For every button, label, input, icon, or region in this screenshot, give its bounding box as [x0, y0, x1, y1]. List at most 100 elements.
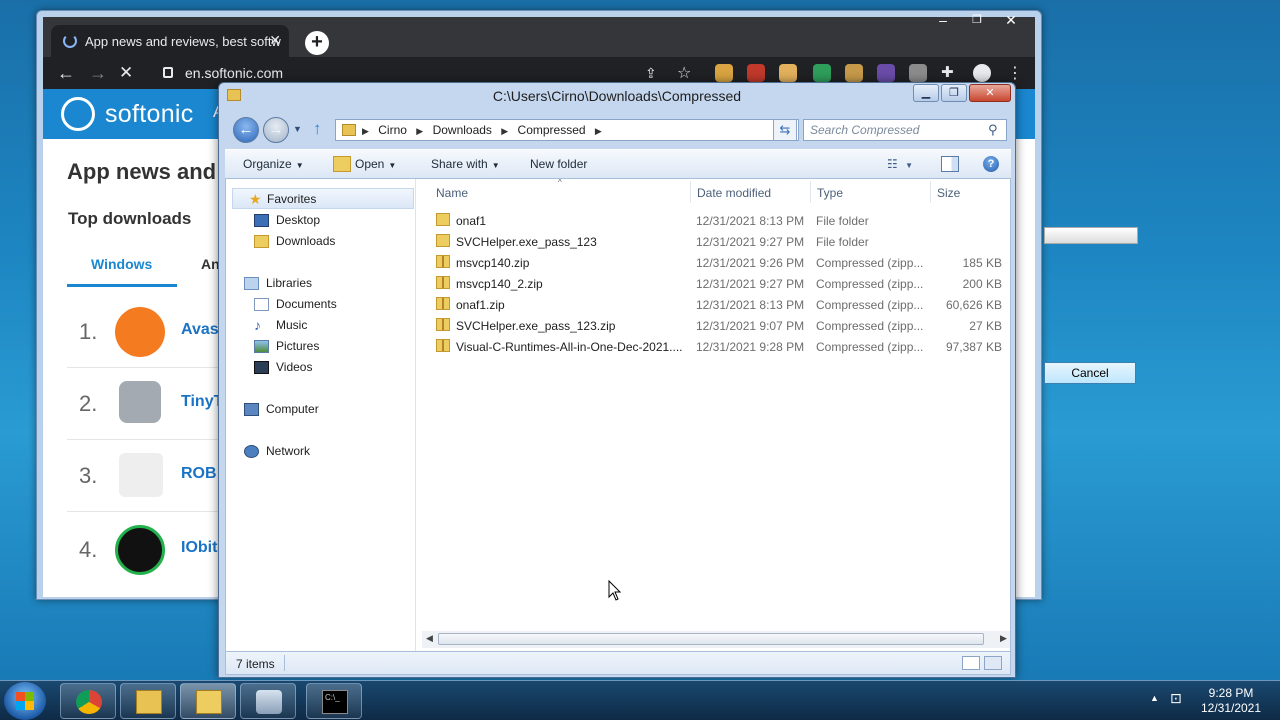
large-icons-view-icon[interactable] [984, 656, 1002, 670]
nav-item-pictures[interactable]: Pictures [254, 339, 319, 353]
recent-pages-chevron-icon[interactable]: ▼ [293, 124, 302, 134]
organize-button[interactable]: Organize ▼ [243, 157, 304, 171]
extension-icon[interactable] [813, 64, 831, 82]
new-folder-button[interactable]: New folder [530, 157, 587, 171]
extension-icon[interactable] [909, 64, 927, 82]
taskbar-chrome[interactable] [60, 683, 116, 719]
avast-app-icon[interactable] [115, 307, 165, 357]
column-divider[interactable] [930, 181, 931, 203]
file-row[interactable]: SVCHelper.exe_pass_123 12/31/2021 9:27 P… [426, 231, 1008, 252]
chrome-minimize-button[interactable]: – [929, 12, 957, 30]
nav-item-documents[interactable]: Documents [254, 297, 337, 311]
column-divider[interactable] [690, 181, 691, 203]
chrome-close-button[interactable]: ✕ [997, 12, 1025, 30]
breadcrumb-item[interactable]: Compressed [518, 123, 586, 137]
file-row[interactable]: SVCHelper.exe_pass_123.zip 12/31/2021 9:… [426, 315, 1008, 336]
back-arrow-icon[interactable]: ← [233, 117, 259, 143]
column-header-date[interactable]: Date modified [697, 186, 771, 200]
nav-item-downloads[interactable]: Downloads [254, 234, 335, 248]
nav-item-desktop[interactable]: Desktop [254, 213, 320, 227]
nav-item-computer[interactable]: Computer [244, 402, 319, 416]
minimize-button[interactable]: ▁ [913, 84, 939, 102]
roblox-app-icon[interactable] [119, 453, 163, 497]
back-icon[interactable]: ← [57, 63, 75, 84]
breadcrumb-separator-icon[interactable]: ▶ [501, 126, 508, 136]
iobit-app-icon[interactable] [115, 525, 165, 575]
details-view-icon[interactable] [962, 656, 980, 670]
taskbar-installer[interactable] [240, 683, 296, 719]
maximize-button[interactable]: ❐ [941, 84, 967, 102]
file-row[interactable]: onaf1.zip 12/31/2021 8:13 PM Compressed … [426, 294, 1008, 315]
nav-item-videos[interactable]: Videos [254, 360, 312, 374]
close-button[interactable]: ✕ [969, 84, 1011, 102]
app-name-link[interactable]: Avas [181, 321, 219, 339]
extension-icon[interactable] [747, 64, 765, 82]
column-header-size[interactable]: Size [937, 186, 960, 200]
extension-icon[interactable] [845, 64, 863, 82]
file-row[interactable]: msvcp140_2.zip 12/31/2021 9:27 PM Compre… [426, 273, 1008, 294]
chrome-tab-title: App news and reviews, best softw [85, 34, 281, 49]
extension-icon[interactable] [877, 64, 895, 82]
new-tab-button[interactable]: + [305, 31, 329, 55]
up-arrow-icon[interactable]: ↑ [313, 119, 322, 139]
system-clock[interactable]: 9:28 PM 12/31/2021 [1196, 686, 1266, 716]
file-row[interactable]: onaf1 12/31/2021 8:13 PM File folder [426, 210, 1008, 231]
breadcrumb-separator-icon[interactable]: ▶ [362, 126, 369, 136]
bookmark-star-icon[interactable]: ☆ [677, 63, 691, 83]
tab-close-icon[interactable]: ✕ [269, 32, 281, 49]
stop-loading-icon[interactable]: ✕ [119, 63, 133, 83]
softonic-logo-text[interactable]: softonic [105, 100, 194, 128]
help-icon[interactable]: ? [983, 156, 999, 172]
column-divider[interactable] [810, 181, 811, 203]
network-tray-icon[interactable]: ⊡ [1170, 690, 1182, 707]
taskbar-explorer-libraries[interactable] [120, 683, 176, 719]
app-name-link[interactable]: ROB [181, 465, 217, 483]
share-with-button[interactable]: Share with ▼ [431, 157, 500, 171]
chrome-menu-icon[interactable]: ⋮ [1007, 63, 1023, 83]
breadcrumb-item[interactable]: Downloads [433, 123, 492, 137]
column-header-type[interactable]: Type [817, 186, 843, 200]
tab-android[interactable]: An [201, 256, 220, 272]
share-icon[interactable]: ⇪ [645, 65, 657, 82]
app-name-link[interactable]: IObit [181, 539, 217, 557]
scroll-right-icon[interactable]: ▶ [1000, 633, 1007, 644]
column-header-name[interactable]: Name [436, 186, 468, 200]
search-input[interactable]: Search Compressed ⚲ [803, 119, 1007, 141]
scrollbar-thumb[interactable] [438, 633, 984, 645]
breadcrumb-separator-icon[interactable]: ▶ [595, 126, 602, 136]
softonic-logo-icon[interactable] [61, 97, 95, 131]
scroll-left-icon[interactable]: ◀ [426, 633, 433, 644]
horizontal-scrollbar[interactable]: ◀ ▶ [422, 631, 1010, 648]
show-hidden-icons-icon[interactable]: ▲ [1150, 693, 1159, 703]
extension-icon[interactable] [779, 64, 797, 82]
taskbar-explorer-active[interactable] [180, 683, 236, 719]
chrome-tab[interactable]: App news and reviews, best softw ✕ [51, 25, 289, 57]
tab-windows[interactable]: Windows [91, 256, 152, 272]
tinytask-app-icon[interactable] [119, 381, 161, 423]
divider [67, 511, 227, 512]
refresh-icon[interactable]: ⇆ [773, 119, 797, 141]
forward-arrow-icon[interactable]: → [263, 117, 289, 143]
start-button[interactable] [4, 682, 46, 720]
chrome-maximize-button[interactable]: ❐ [963, 12, 991, 30]
file-row[interactable]: Visual-C-Runtimes-All-in-One-Dec-2021...… [426, 336, 1008, 357]
nav-item-favorites[interactable]: ★ Favorites [232, 188, 414, 209]
profile-avatar-icon[interactable] [973, 64, 991, 82]
file-row[interactable]: msvcp140.zip 12/31/2021 9:26 PM Compress… [426, 252, 1008, 273]
extension-icon[interactable] [715, 64, 733, 82]
extensions-puzzle-icon[interactable]: ✚ [941, 63, 954, 81]
taskbar-cmd[interactable]: C:\_ [306, 683, 362, 719]
cancel-button[interactable]: Cancel [1044, 362, 1136, 384]
nav-item-libraries[interactable]: Libraries [244, 276, 312, 290]
nav-item-music[interactable]: ♪ Music [254, 317, 307, 333]
open-button[interactable]: Open ▼ [355, 157, 396, 171]
computer-icon [244, 403, 259, 416]
forward-icon[interactable]: → [89, 63, 107, 84]
preview-pane-icon[interactable] [941, 156, 959, 172]
nav-item-network[interactable]: Network [244, 444, 310, 458]
breadcrumb-item[interactable]: Cirno [378, 123, 407, 137]
search-icon[interactable]: ⚲ [988, 122, 1000, 137]
view-options-icon[interactable]: ☷ ▼ [887, 157, 913, 171]
breadcrumb-separator-icon[interactable]: ▶ [416, 126, 423, 136]
breadcrumb[interactable]: ▶ Cirno ▶ Downloads ▶ Compressed ▶ ▼ [335, 119, 799, 141]
